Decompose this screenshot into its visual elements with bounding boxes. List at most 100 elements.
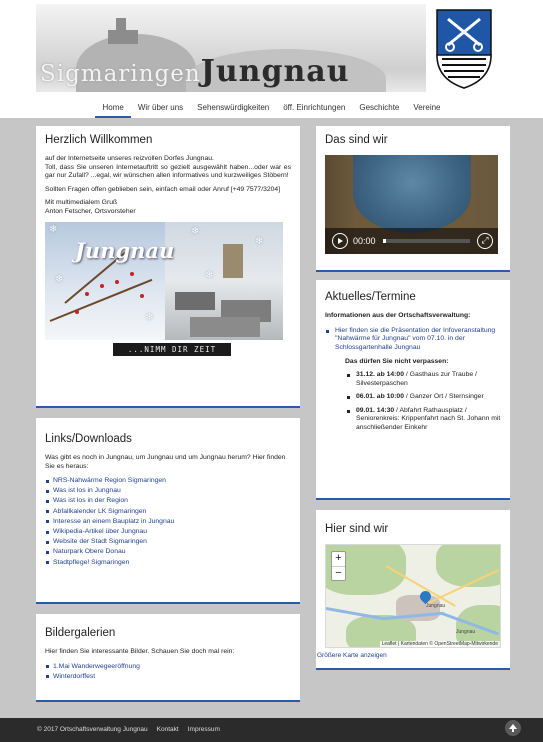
video-progress-bar[interactable] (383, 239, 470, 243)
signature-line: Anton Fetscher, Ortsvorsteher (45, 207, 136, 215)
berry (100, 284, 104, 288)
footer-links: © 2017 Ortschaftsverwaltung Jungnau Kont… (37, 726, 220, 733)
map-label-south: Jungnau (456, 629, 476, 635)
footer-imprint-link[interactable]: Impressum (188, 726, 220, 733)
snowflake-icon: ❄ (255, 236, 264, 247)
video-time: 00:00 (353, 236, 376, 246)
zoom-out-button[interactable]: − (332, 566, 345, 580)
snowflake-icon: ❄ (205, 270, 214, 281)
content-area: Herzlich Willkommen auf der Internetseit… (0, 118, 543, 718)
footer-copyright: © 2017 Ortschaftsverwaltung Jungnau (37, 726, 148, 733)
link-nrs[interactable]: NRS-Nahwärme Region Sigmaringen (53, 477, 166, 484)
nav-item-clubs[interactable]: Vereine (406, 100, 447, 118)
link-jungnau-events[interactable]: Was ist los in Jungnau (53, 487, 121, 494)
map-attribution[interactable]: Leaflet | Kartendaten © OpenStreetMap-Mi… (379, 641, 500, 647)
news-list: Hier finden sie die Präsentation der Inf… (325, 327, 501, 353)
larger-map-link[interactable]: Größere Karte anzeigen (317, 652, 501, 659)
nav-item-sights[interactable]: Sehenswürdigkeiten (190, 100, 276, 118)
list-item[interactable]: Wikipedia-Artikel über Jungnau (45, 527, 291, 537)
list-item[interactable]: Abfallkalender LK Sigmaringen (45, 507, 291, 517)
site-footer: © 2017 Ortschaftsverwaltung Jungnau Kont… (0, 718, 543, 742)
video-box: Das sind wir 00:00 ⤢ (316, 126, 510, 272)
video-progress-fill (383, 239, 387, 243)
links-intro: Was gibt es noch in Jungnau, um Jungnau … (45, 454, 286, 470)
list-item[interactable]: 1.Mai Wanderwegeeröffnung (45, 662, 291, 672)
list-item[interactable]: Was ist los in der Region (45, 496, 291, 506)
list-item: 31.12. ab 14:00 / Gasthaus zur Traube / … (345, 371, 501, 388)
main-nav: Home Wir über uns Sehenswürdigkeiten öff… (0, 100, 543, 118)
links-title: Links/Downloads (45, 433, 132, 445)
map-zoom-control: + − (331, 551, 346, 581)
welcome-box: Herzlich Willkommen auf der Internetseit… (36, 126, 300, 408)
berry (115, 280, 119, 284)
snowflake-icon: ❄ (145, 312, 154, 323)
link-region-events[interactable]: Was ist los in der Region (53, 497, 128, 504)
list-item[interactable]: Stadtpflege! Sigmaringen (45, 558, 291, 568)
event-text: / Ganzer Ort / Sternsinger (404, 393, 484, 400)
gallery-link-may[interactable]: 1.Mai Wanderwegeeröffnung (53, 663, 140, 670)
welcome-text: Toll, dass Sie unseren Internetauftritt … (45, 163, 291, 180)
coat-of-arms-icon (436, 9, 492, 89)
video-player[interactable]: 00:00 ⤢ (325, 155, 498, 254)
nav-item-home[interactable]: Home (95, 100, 131, 118)
video-controls: 00:00 ⤢ (325, 228, 498, 254)
berry (130, 272, 134, 276)
list-item[interactable]: Was ist los in Jungnau (45, 486, 291, 496)
map-title: Hier sind wir (325, 523, 389, 535)
banner-castle (108, 30, 138, 44)
village-roof (190, 317, 260, 337)
events-list: 31.12. ab 14:00 / Gasthaus zur Traube / … (325, 371, 501, 432)
link-wikipedia[interactable]: Wikipedia-Artikel über Jungnau (53, 528, 147, 535)
fullscreen-icon[interactable]: ⤢ (477, 233, 493, 249)
nav-item-about[interactable]: Wir über uns (131, 100, 190, 118)
site-title-jungnau: Jungnau (200, 54, 350, 89)
location-map[interactable]: Jungnau Jungnau + − Leaflet | Kartendate… (325, 544, 501, 648)
galleries-intro: Hier finden Sie interessante Bilder. Sch… (45, 648, 235, 655)
event-date: 31.12. ab 14:00 (356, 371, 404, 378)
welcome-contact: Sollten Fragen offen geblieben sein, ein… (45, 185, 281, 193)
list-item[interactable]: Naturpark Obere Donau (45, 547, 291, 557)
snowflake-icon: ❄ (49, 224, 58, 235)
list-item[interactable]: Winterdorffest (45, 672, 291, 682)
list-item[interactable]: Hier finden sie die Präsentation der Inf… (325, 327, 501, 353)
news-box: Aktuelles/Termine Informationen aus der … (316, 280, 510, 500)
site-header: Sigmaringen Jungnau (0, 0, 543, 100)
greeting-line: Mit multimedialem Gruß (45, 199, 118, 206)
list-item[interactable]: Interesse an einem Bauplatz in Jungnau (45, 517, 291, 527)
map-label-town: Jungnau (426, 603, 446, 609)
events-subhead: Das dürfen Sie nicht verpassen: (345, 358, 449, 365)
galleries-box: Bildergalerien Hier finden Sie interessa… (36, 614, 300, 702)
map-forest (436, 545, 500, 587)
site-title[interactable]: Sigmaringen Jungnau (40, 54, 350, 90)
news-intro: Informationen aus der Ortschaftsverwaltu… (325, 312, 471, 319)
footer-contact-link[interactable]: Kontakt (157, 726, 179, 733)
gallery-link-winter[interactable]: Winterdorffest (53, 673, 95, 680)
zoom-in-button[interactable]: + (332, 552, 345, 566)
back-to-top-button[interactable] (505, 720, 521, 736)
link-city-website[interactable]: Website der Stadt Sigmaringen (53, 538, 147, 545)
link-naturpark[interactable]: Naturpark Obere Donau (53, 548, 126, 555)
welcome-intro: auf der Internetseite unseres reizvollen… (45, 155, 214, 162)
nav-item-facilities[interactable]: öff. Einrichtungen (276, 100, 352, 118)
list-item[interactable]: NRS-Nahwärme Region Sigmaringen (45, 476, 291, 486)
village-roof (175, 292, 215, 310)
castle-tower (223, 244, 243, 278)
link-waste-calendar[interactable]: Abfallkalender LK Sigmaringen (53, 508, 146, 515)
links-box: Links/Downloads Was gibt es noch in Jung… (36, 418, 300, 604)
list-item: 09.01. 14:30 / Abfahrt Rathausplatz / Se… (345, 407, 501, 433)
news-link-presentation[interactable]: Hier finden sie die Präsentation der Inf… (335, 327, 495, 351)
link-building-plot[interactable]: Interesse an einem Bauplatz in Jungnau (53, 518, 174, 525)
play-button[interactable] (332, 233, 348, 249)
video-title: Das sind wir (325, 134, 388, 146)
image-slogan: ...NIMM DIR ZEIT (113, 343, 231, 356)
image-title-jungnau: Jungnau (75, 238, 175, 263)
map-box: Hier sind wir Jungnau Jungnau + − Leafle… (316, 510, 510, 670)
galleries-list: 1.Mai Wanderwegeeröffnung Winterdorffest (45, 662, 291, 682)
link-stadtpflege[interactable]: Stadtpflege! Sigmaringen (53, 559, 129, 566)
welcome-image: ❄ ❄ ❄ ❄ ❄ ❄ Jungnau ...NIMM DIR ZEIT (45, 222, 283, 359)
list-item[interactable]: Website der Stadt Sigmaringen (45, 537, 291, 547)
welcome-greeting: Mit multimedialem Gruß Anton Fetscher, Or… (45, 199, 291, 216)
nav-item-history[interactable]: Geschichte (352, 100, 406, 118)
image-slogan-bar: ...NIMM DIR ZEIT (45, 340, 283, 359)
galleries-title: Bildergalerien (45, 627, 116, 639)
